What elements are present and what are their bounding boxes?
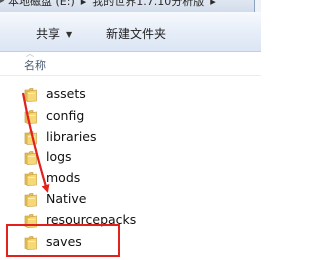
address-bar[interactable]: ▸ 本地磁盘 (E:) ▸ 我的世界1.7.10分析版 ▸: [0, 0, 261, 12]
file-name: logs: [46, 149, 72, 164]
column-header: ︿ 名称: [0, 49, 261, 78]
breadcrumb-item[interactable]: 我的世界1.7.10分析版: [92, 0, 204, 9]
file-name: config: [46, 108, 85, 123]
address-field-edge: [254, 0, 261, 12]
folder-icon: [24, 110, 37, 124]
folder-icon: [24, 151, 37, 165]
file-row-native[interactable]: Native: [0, 188, 200, 210]
column-header-name[interactable]: 名称: [24, 57, 46, 73]
folder-icon: [24, 88, 37, 102]
share-button[interactable]: 共享 ▼: [36, 24, 72, 42]
file-row-logs[interactable]: logs: [0, 146, 200, 168]
chevron-down-icon: ▼: [66, 29, 73, 39]
breadcrumb: 本地磁盘 (E:) ▸ 我的世界1.7.10分析版 ▸: [8, 0, 216, 9]
file-name: assets: [46, 86, 86, 101]
breadcrumb-item[interactable]: 本地磁盘 (E:): [8, 0, 75, 9]
annotation-highlight-box: [6, 224, 120, 257]
file-name: mods: [46, 170, 81, 185]
header-divider: [0, 75, 261, 76]
share-button-label: 共享: [36, 26, 61, 41]
address-arrow-icon[interactable]: ▸: [0, 0, 6, 10]
file-name: Native: [46, 191, 87, 206]
command-bar: 共享 ▼ 新建文件夹: [0, 12, 261, 52]
file-row-mods[interactable]: mods: [0, 167, 200, 189]
explorer-window: ▸ 本地磁盘 (E:) ▸ 我的世界1.7.10分析版 ▸ 共享 ▼ 新建文件夹…: [0, 0, 261, 260]
file-row-assets[interactable]: assets: [0, 83, 200, 105]
folder-icon: [24, 193, 37, 207]
file-name: libraries: [46, 129, 97, 144]
folder-icon: [24, 172, 37, 186]
file-row-config[interactable]: config: [0, 105, 200, 127]
breadcrumb-separator-icon: ▸: [80, 0, 87, 8]
folder-icon: [24, 131, 37, 145]
breadcrumb-separator-icon: ▸: [210, 0, 216, 8]
new-folder-button-label: 新建文件夹: [106, 26, 167, 41]
file-row-libraries[interactable]: libraries: [0, 126, 200, 148]
new-folder-button[interactable]: 新建文件夹: [106, 24, 166, 42]
